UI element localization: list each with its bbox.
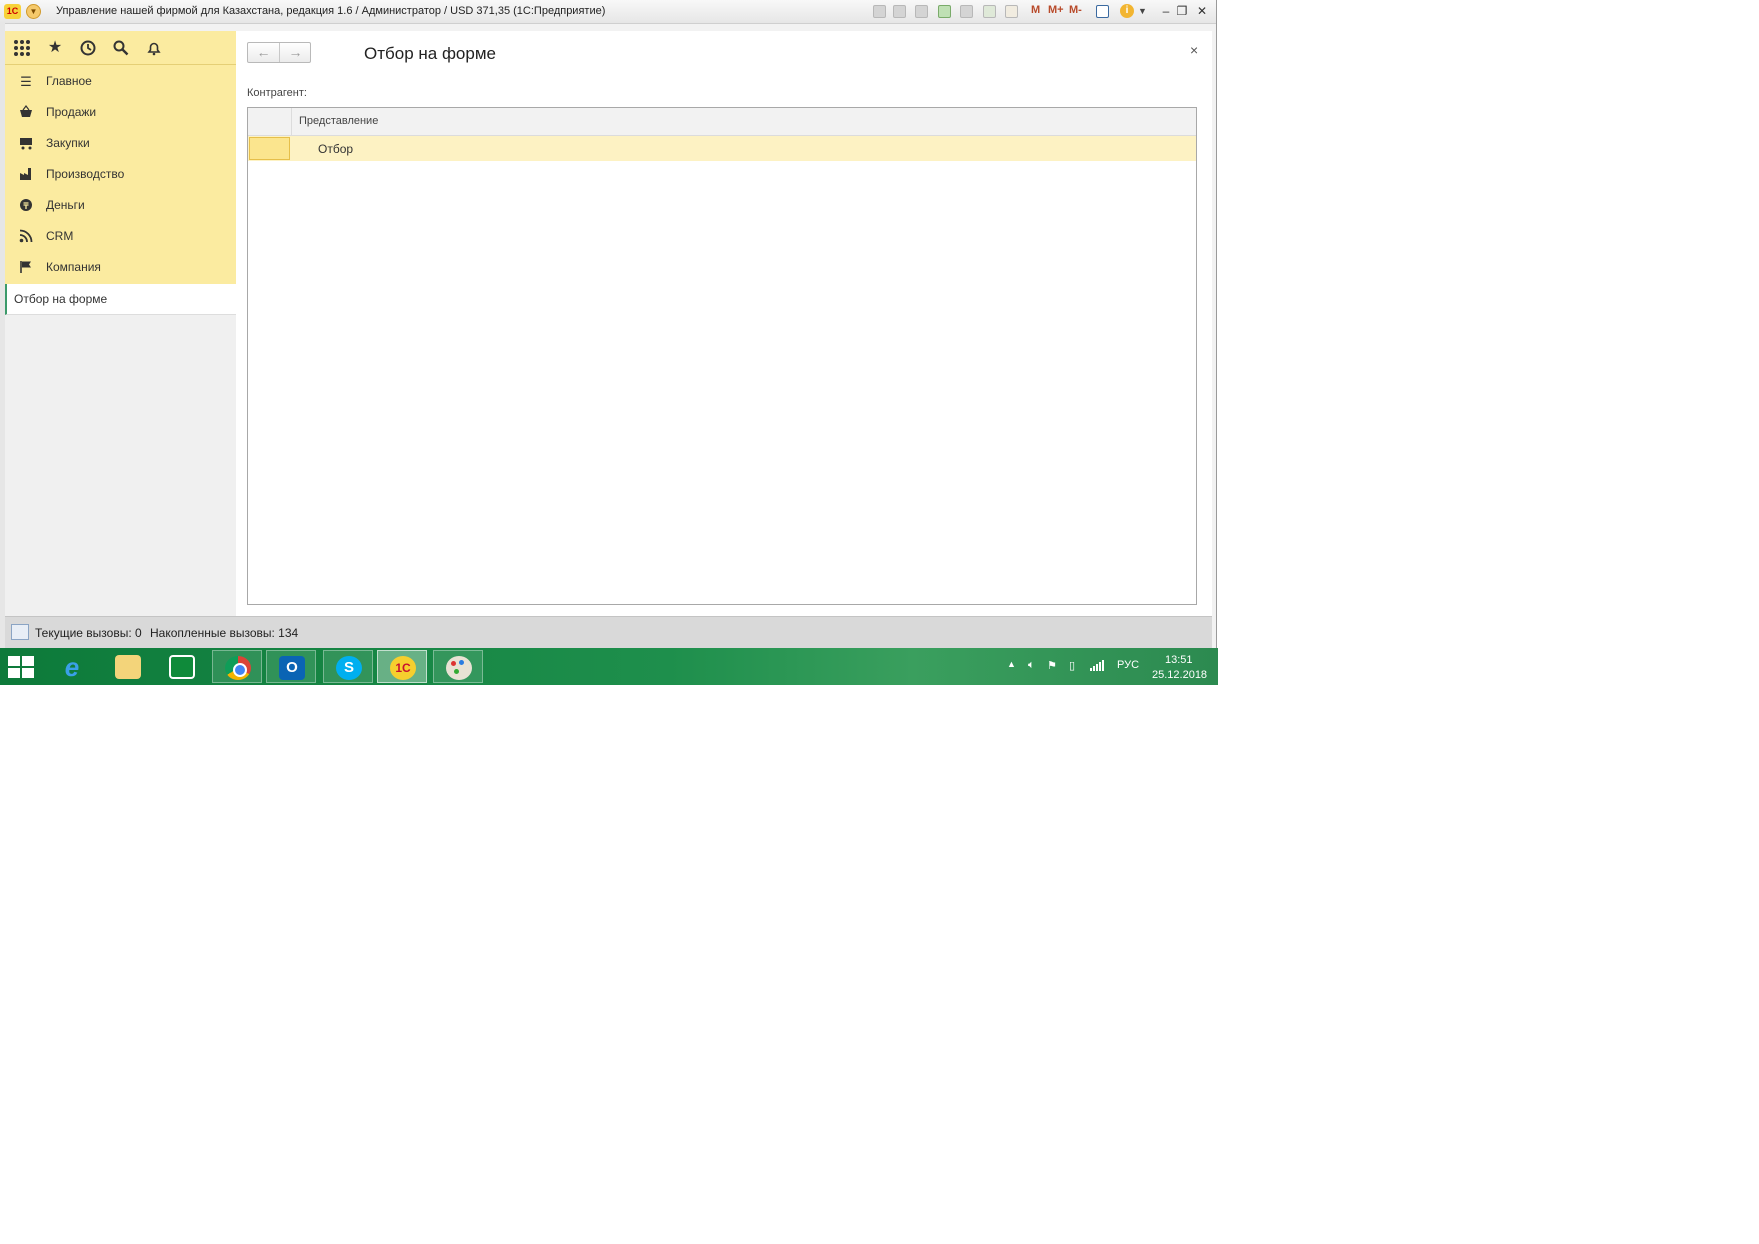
- notifications-bell-icon[interactable]: [145, 39, 163, 57]
- battery-icon[interactable]: ▯: [1069, 659, 1075, 672]
- apps-grid-icon[interactable]: [13, 39, 31, 57]
- performance-meter-icon[interactable]: [11, 624, 29, 640]
- nav-item-money[interactable]: Деньги: [5, 190, 236, 221]
- memory-plus-button[interactable]: M+: [1048, 4, 1064, 16]
- preview-icon[interactable]: [915, 5, 928, 18]
- nav-item-sales[interactable]: Продажи: [5, 97, 236, 128]
- nav-item-label: Продажи: [46, 105, 97, 119]
- cart-icon: [18, 136, 34, 152]
- table-cell[interactable]: Отбор: [318, 142, 353, 156]
- nav-item-purchases[interactable]: Закупки: [5, 128, 236, 159]
- skype-icon[interactable]: S: [323, 650, 373, 683]
- clock-time[interactable]: 13:51: [1165, 654, 1193, 666]
- form-title: Отбор на форме: [364, 44, 496, 63]
- store-icon[interactable]: [157, 650, 207, 683]
- table-row[interactable]: Отбор: [248, 136, 1196, 161]
- form-area: ← → Отбор на форме × Контрагент: Предста…: [236, 31, 1212, 616]
- internet-explorer-icon[interactable]: e: [47, 650, 97, 683]
- volume-icon[interactable]: 🔈︎: [1028, 659, 1035, 672]
- taskbar: e O S 1С ▲ 🔈︎ ⚑ ▯ РУС: [0, 648, 1218, 685]
- window-title: Управление нашей фирмой для Казахстана, …: [56, 5, 606, 17]
- main-menu-button[interactable]: ▼: [26, 4, 41, 19]
- outlook-icon[interactable]: O: [266, 650, 316, 683]
- sidebar-toolbar: ★: [5, 31, 236, 65]
- sidebar: ★ ☰ Главное Продажи Закупки Производство…: [5, 31, 237, 616]
- filter-table[interactable]: Представление Отбор: [247, 107, 1197, 605]
- app-window: 1С ▼ Управление нашей фирмой для Казахст…: [0, 0, 1217, 648]
- nav-item-label: Главное: [46, 74, 92, 88]
- sections-panel: ★ ☰ Главное Продажи Закупки Производство…: [5, 31, 236, 284]
- file-explorer-icon[interactable]: [103, 650, 153, 683]
- nav-item-crm[interactable]: CRM: [5, 221, 236, 252]
- save-icon[interactable]: [873, 5, 886, 18]
- memory-button[interactable]: M: [1031, 4, 1040, 16]
- app-logo-icon[interactable]: 1С: [4, 4, 21, 19]
- calculator-icon[interactable]: [983, 5, 996, 18]
- row-marker-cell[interactable]: [249, 137, 290, 160]
- menu-lines-icon: ☰: [20, 74, 32, 89]
- copy-icon[interactable]: [960, 5, 973, 18]
- factory-icon: [18, 167, 34, 183]
- rss-icon: [18, 229, 34, 245]
- clock-date[interactable]: 25.12.2018: [1152, 669, 1207, 681]
- status-bar: Текущие вызовы: 0 Накопленные вызовы: 13…: [5, 616, 1212, 648]
- info-icon[interactable]: i: [1120, 4, 1134, 18]
- counterparty-label: Контрагент:: [247, 87, 307, 99]
- restore-button[interactable]: ❐: [1173, 3, 1191, 19]
- nav-item-label: Компания: [46, 260, 101, 274]
- 1c-enterprise-icon[interactable]: 1С: [377, 650, 427, 683]
- nav-item-label: Закупки: [46, 136, 90, 150]
- nav-item-label: Производство: [46, 167, 125, 181]
- nav-item-production[interactable]: Производство: [5, 159, 236, 190]
- action-center-flag-icon[interactable]: ⚑: [1047, 659, 1057, 672]
- nav-item-main[interactable]: ☰ Главное: [5, 66, 236, 97]
- title-bar: 1С ▼ Управление нашей фирмой для Казахст…: [0, 0, 1216, 24]
- forward-arrow-icon[interactable]: →: [280, 43, 311, 62]
- accumulated-calls-label: Накопленные вызовы: 134: [150, 626, 299, 640]
- close-form-icon[interactable]: ×: [1190, 42, 1198, 58]
- nav-item-company[interactable]: Компания: [5, 252, 236, 283]
- nav-item-label: Деньги: [46, 198, 85, 212]
- language-indicator[interactable]: РУС: [1117, 659, 1139, 671]
- basket-icon: [18, 105, 34, 121]
- chrome-icon[interactable]: [212, 650, 262, 683]
- navigation-buttons: ← →: [247, 42, 311, 63]
- search-icon[interactable]: [112, 39, 130, 57]
- calendar-icon[interactable]: [1005, 5, 1018, 18]
- panels-icon[interactable]: [1096, 5, 1109, 18]
- flag-icon: [18, 260, 34, 276]
- windows-start-icon[interactable]: [8, 656, 34, 678]
- export-icon[interactable]: [938, 5, 951, 18]
- table-header: Представление: [248, 108, 1196, 136]
- open-window-item[interactable]: Отбор на форме: [5, 284, 237, 315]
- back-arrow-icon[interactable]: ←: [248, 43, 280, 62]
- show-hidden-icons-icon[interactable]: ▲: [1007, 659, 1016, 669]
- paint-icon[interactable]: [433, 650, 483, 683]
- nav-item-label: CRM: [46, 229, 74, 243]
- open-window-label: Отбор на форме: [14, 292, 108, 306]
- network-signal-icon[interactable]: [1090, 659, 1104, 674]
- close-window-button[interactable]: ✕: [1193, 3, 1211, 19]
- print-icon[interactable]: [893, 5, 906, 18]
- info-dropdown-icon[interactable]: ▼: [1138, 6, 1147, 16]
- marker-column-header: [248, 108, 292, 135]
- current-calls-label: Текущие вызовы: 0: [35, 626, 142, 640]
- favorites-star-icon[interactable]: ★: [46, 39, 64, 57]
- history-icon[interactable]: [79, 39, 97, 57]
- column-header-representation[interactable]: Представление: [299, 115, 378, 127]
- memory-minus-button[interactable]: M-: [1069, 4, 1082, 16]
- coin-icon: [18, 198, 34, 214]
